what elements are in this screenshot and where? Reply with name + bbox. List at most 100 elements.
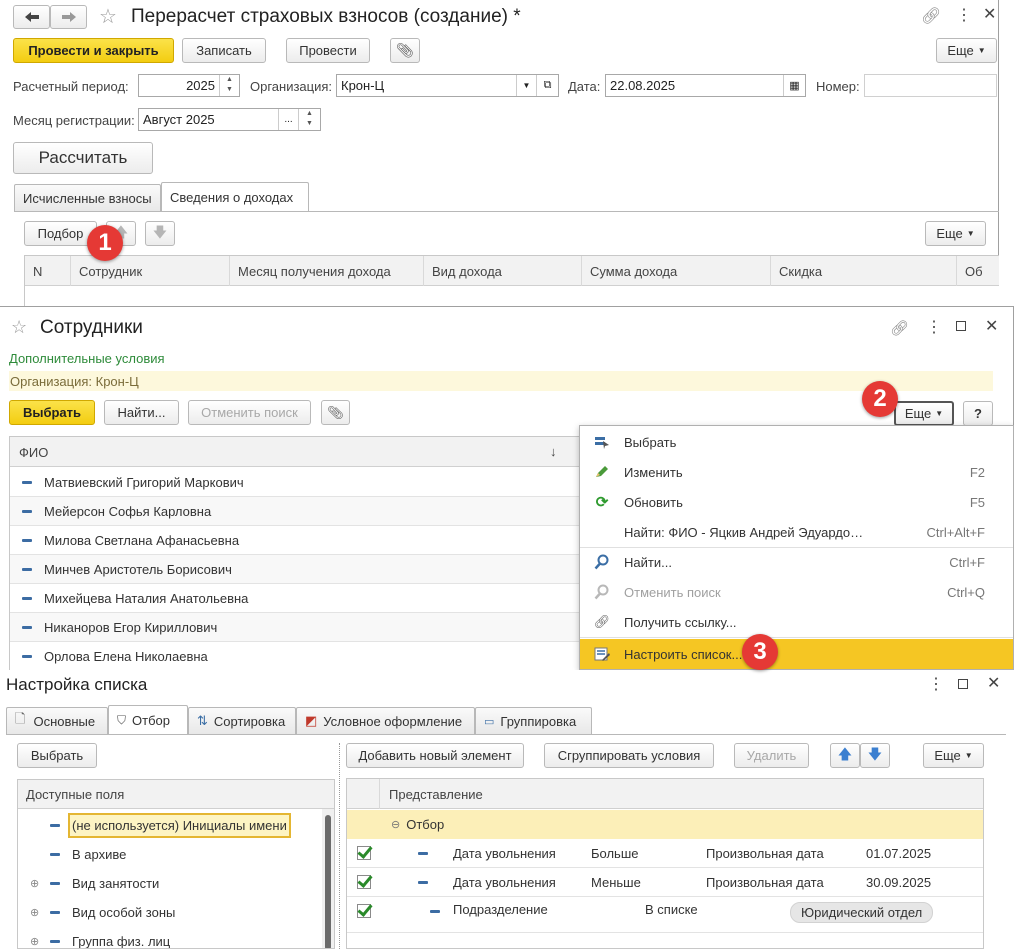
tab-conditional-format[interactable]: ◩ Условное оформление (296, 707, 475, 734)
field-item[interactable]: (не используется) Инициалы имени (18, 811, 291, 839)
menu-item-edit[interactable]: Изменить F2 (580, 457, 1013, 487)
close-icon[interactable]: ✕ (987, 673, 1000, 693)
close-icon[interactable]: ✕ (985, 316, 998, 336)
scrollbar-thumb[interactable] (325, 815, 331, 948)
enabled-checkbox[interactable] (357, 846, 371, 860)
panel-splitter[interactable] (339, 743, 340, 949)
item-icon (430, 910, 440, 913)
table-more-button[interactable]: Еще ▼ (925, 221, 986, 246)
col-discount[interactable]: Скидка (771, 256, 957, 286)
save-button[interactable]: Записать (182, 38, 266, 63)
group-row[interactable]: ⊖ Отбор (347, 810, 983, 839)
spin-icon[interactable]: ▲ ▼ (298, 109, 320, 130)
field-item[interactable]: В архиве (18, 840, 126, 868)
field-item[interactable]: ⊕ Вид занятости (18, 869, 159, 897)
menu-item-find-by-value[interactable]: Найти: ФИО - Яцкив Андрей Эдуардо… Ctrl+… (580, 517, 1013, 547)
col-representation[interactable]: Представление (389, 787, 483, 802)
cancel-find-button[interactable]: Отменить поиск (188, 400, 311, 425)
col-income-type[interactable]: Вид дохода (424, 256, 582, 286)
table-row[interactable]: Милова Светлана Афанасьевна (10, 526, 584, 555)
expand-icon[interactable]: ⊕ (30, 877, 50, 890)
menu-item-configure-list[interactable]: Настроить список... (580, 639, 1013, 669)
scrollbar[interactable] (322, 809, 334, 948)
spin-icon[interactable]: ▲ ▼ (219, 75, 239, 96)
sort-arrow-icon[interactable]: ↓ (550, 444, 557, 459)
tab-grouping[interactable]: ▭ Группировка (475, 707, 592, 734)
menu-item-refresh[interactable]: ⟳ Обновить F5 (580, 487, 1013, 517)
extra-conditions-link[interactable]: Дополнительные условия (9, 351, 165, 366)
help-button[interactable]: ? (963, 401, 993, 426)
table-row[interactable]: Матвиевский Григорий Маркович (10, 468, 584, 497)
reg-month-field[interactable]: Август 2025 ... ▲ ▼ (138, 108, 321, 131)
table-row[interactable]: Орлова Елена Николаевна (10, 642, 584, 671)
col-month[interactable]: Месяц получения дохода (230, 256, 424, 286)
menu-item-cancel-find[interactable]: Отменить поиск Ctrl+Q (580, 577, 1013, 607)
menu-item-get-link[interactable]: 🔗︎ Получить ссылку... (580, 607, 1013, 637)
number-field[interactable] (864, 74, 997, 97)
settings-more-button[interactable]: Еще ▼ (923, 743, 984, 768)
condition-row[interactable]: Дата увольнения Меньше Произвольная дата… (347, 868, 983, 897)
col-fio[interactable]: ФИО (19, 445, 48, 460)
menu-item-find[interactable]: Найти... Ctrl+F (580, 547, 1013, 577)
favorite-star-icon[interactable]: ☆ (11, 317, 27, 338)
maximize-icon[interactable] (958, 679, 968, 689)
date-field[interactable]: 22.08.2025 ▦ (605, 74, 806, 97)
link-icon[interactable]: 🔗︎ (890, 319, 909, 337)
expand-icon[interactable]: ⊕ (30, 935, 50, 948)
expand-icon[interactable]: ⊕ (30, 906, 50, 919)
close-icon[interactable]: ✕ (983, 4, 996, 24)
menu-dots-icon[interactable]: ⋮ (928, 674, 944, 694)
table-row[interactable]: Михейцева Наталия Анатольевна (10, 584, 584, 613)
table-row[interactable]: Минчев Аристотель Борисович (10, 555, 584, 584)
move-down-button[interactable]: 🡇︎ (860, 743, 890, 768)
add-element-button[interactable]: Добавить новый элемент (346, 743, 524, 768)
calculate-button[interactable]: Рассчитать (13, 142, 153, 174)
org-field[interactable]: Крон-Ц ▼ ⧉ (336, 74, 559, 97)
select-button[interactable]: Выбрать (9, 400, 95, 425)
menu-dots-icon[interactable]: ⋮ (926, 317, 942, 337)
tab-income[interactable]: Сведения о доходах (161, 182, 309, 211)
calendar-icon[interactable]: ▦ (783, 75, 805, 96)
open-icon[interactable]: ⧉ (536, 75, 558, 96)
enabled-checkbox[interactable] (357, 875, 371, 889)
tab-filter[interactable]: ⛉ Отбор (108, 705, 188, 734)
post-and-close-button[interactable]: Провести и закрыть (13, 38, 174, 63)
tab-calculated[interactable]: Исчисленные взносы (14, 184, 161, 211)
condition-row[interactable]: Дата увольнения Больше Произвольная дата… (347, 839, 983, 868)
col-extra[interactable]: Об (957, 256, 999, 286)
enabled-checkbox[interactable] (357, 904, 371, 918)
link-icon[interactable]: 🔗︎ (921, 6, 941, 26)
move-up-button[interactable]: 🡅︎ (830, 743, 860, 768)
select-field-button[interactable]: Выбрать (17, 743, 97, 768)
dropdown-icon[interactable]: ▼ (516, 75, 536, 96)
attach-button[interactable]: 📎︎ (390, 38, 420, 63)
condition-field: Дата увольнения (453, 846, 556, 861)
condition-row[interactable]: Подразделение В списке Юридический отдел (347, 897, 983, 933)
back-button[interactable] (13, 5, 50, 29)
col-income-sum[interactable]: Сумма дохода (582, 256, 771, 286)
menu-dots-icon[interactable]: ⋮ (956, 5, 972, 25)
more-button[interactable]: Еще ▼ (894, 401, 954, 426)
period-field[interactable]: 2025 ▲ ▼ (138, 74, 240, 97)
maximize-icon[interactable] (956, 321, 966, 331)
more-button[interactable]: Еще ▼ (936, 38, 997, 63)
group-conditions-button[interactable]: Сгруппировать условия (544, 743, 714, 768)
tab-main[interactable]: 🗋 Основные (6, 707, 108, 734)
move-down-button[interactable]: 🡇︎ (145, 221, 175, 246)
delete-button[interactable]: Удалить (734, 743, 809, 768)
collapse-icon[interactable]: ⊖ (391, 818, 400, 831)
tab-sort[interactable]: ⇅ Сортировка (188, 707, 296, 734)
forward-button[interactable] (50, 5, 87, 29)
table-row[interactable]: Мейерсон Софья Карловна (10, 497, 584, 526)
menu-item-select[interactable]: Выбрать (580, 427, 1013, 457)
favorite-star-icon[interactable]: ☆ (99, 4, 117, 29)
col-employee[interactable]: Сотрудник (71, 256, 230, 286)
attach-button[interactable]: 📎︎ (321, 400, 350, 425)
col-n[interactable]: N (25, 256, 71, 286)
field-item[interactable]: ⊕ Вид особой зоны (18, 898, 175, 926)
post-button[interactable]: Провести (286, 38, 370, 63)
table-row[interactable]: Никаноров Егор Кириллович (10, 613, 584, 642)
find-button[interactable]: Найти... (104, 400, 179, 425)
field-item[interactable]: ⊕ Группа физ. лиц (18, 927, 170, 949)
select-dots-icon[interactable]: ... (278, 109, 298, 130)
